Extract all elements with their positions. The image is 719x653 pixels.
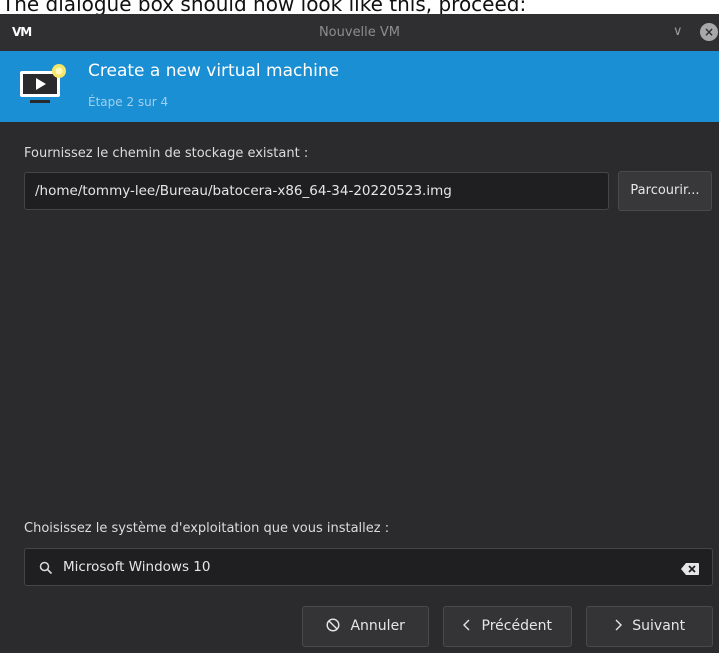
chevron-down-icon[interactable]: ∨ bbox=[673, 24, 683, 39]
wizard-header: Create a new virtual machine Étape 2 sur… bbox=[0, 51, 719, 122]
browse-button[interactable]: Parcourir... bbox=[618, 171, 712, 211]
title-bar: VM Nouvelle VM ∨ × bbox=[0, 14, 719, 51]
back-button[interactable]: Précédent bbox=[443, 606, 572, 647]
monitor-new-icon bbox=[18, 63, 68, 113]
caption-text: The dialogue box should now look like th… bbox=[2, 0, 527, 15]
cancel-button[interactable]: Annuler bbox=[302, 606, 429, 647]
cancel-label: Annuler bbox=[350, 618, 405, 634]
storage-path-label: Fournissez le chemin de stockage existan… bbox=[24, 146, 309, 161]
back-label: Précédent bbox=[481, 618, 552, 634]
next-button[interactable]: Suivant bbox=[586, 606, 713, 647]
clear-icon[interactable] bbox=[680, 561, 700, 580]
os-search-input[interactable]: Microsoft Windows 10 bbox=[24, 548, 713, 586]
storage-path-input[interactable]: /home/tommy-lee/Bureau/batocera-x86_64-3… bbox=[24, 172, 609, 210]
next-label: Suivant bbox=[632, 618, 686, 634]
search-icon bbox=[39, 560, 53, 579]
chevron-right-icon bbox=[614, 618, 626, 634]
close-button[interactable]: × bbox=[700, 23, 718, 41]
window-title: Nouvelle VM bbox=[318, 25, 401, 40]
chevron-left-icon bbox=[463, 618, 475, 634]
wizard-title: Create a new virtual machine bbox=[88, 61, 340, 81]
new-vm-dialog: VM Nouvelle VM ∨ × Create a new virtual … bbox=[0, 14, 719, 653]
os-search-value: Microsoft Windows 10 bbox=[63, 559, 211, 575]
os-label: Choisissez le système d'exploitation que… bbox=[24, 521, 390, 536]
wizard-step: Étape 2 sur 4 bbox=[88, 95, 169, 109]
cancel-icon bbox=[326, 618, 344, 634]
